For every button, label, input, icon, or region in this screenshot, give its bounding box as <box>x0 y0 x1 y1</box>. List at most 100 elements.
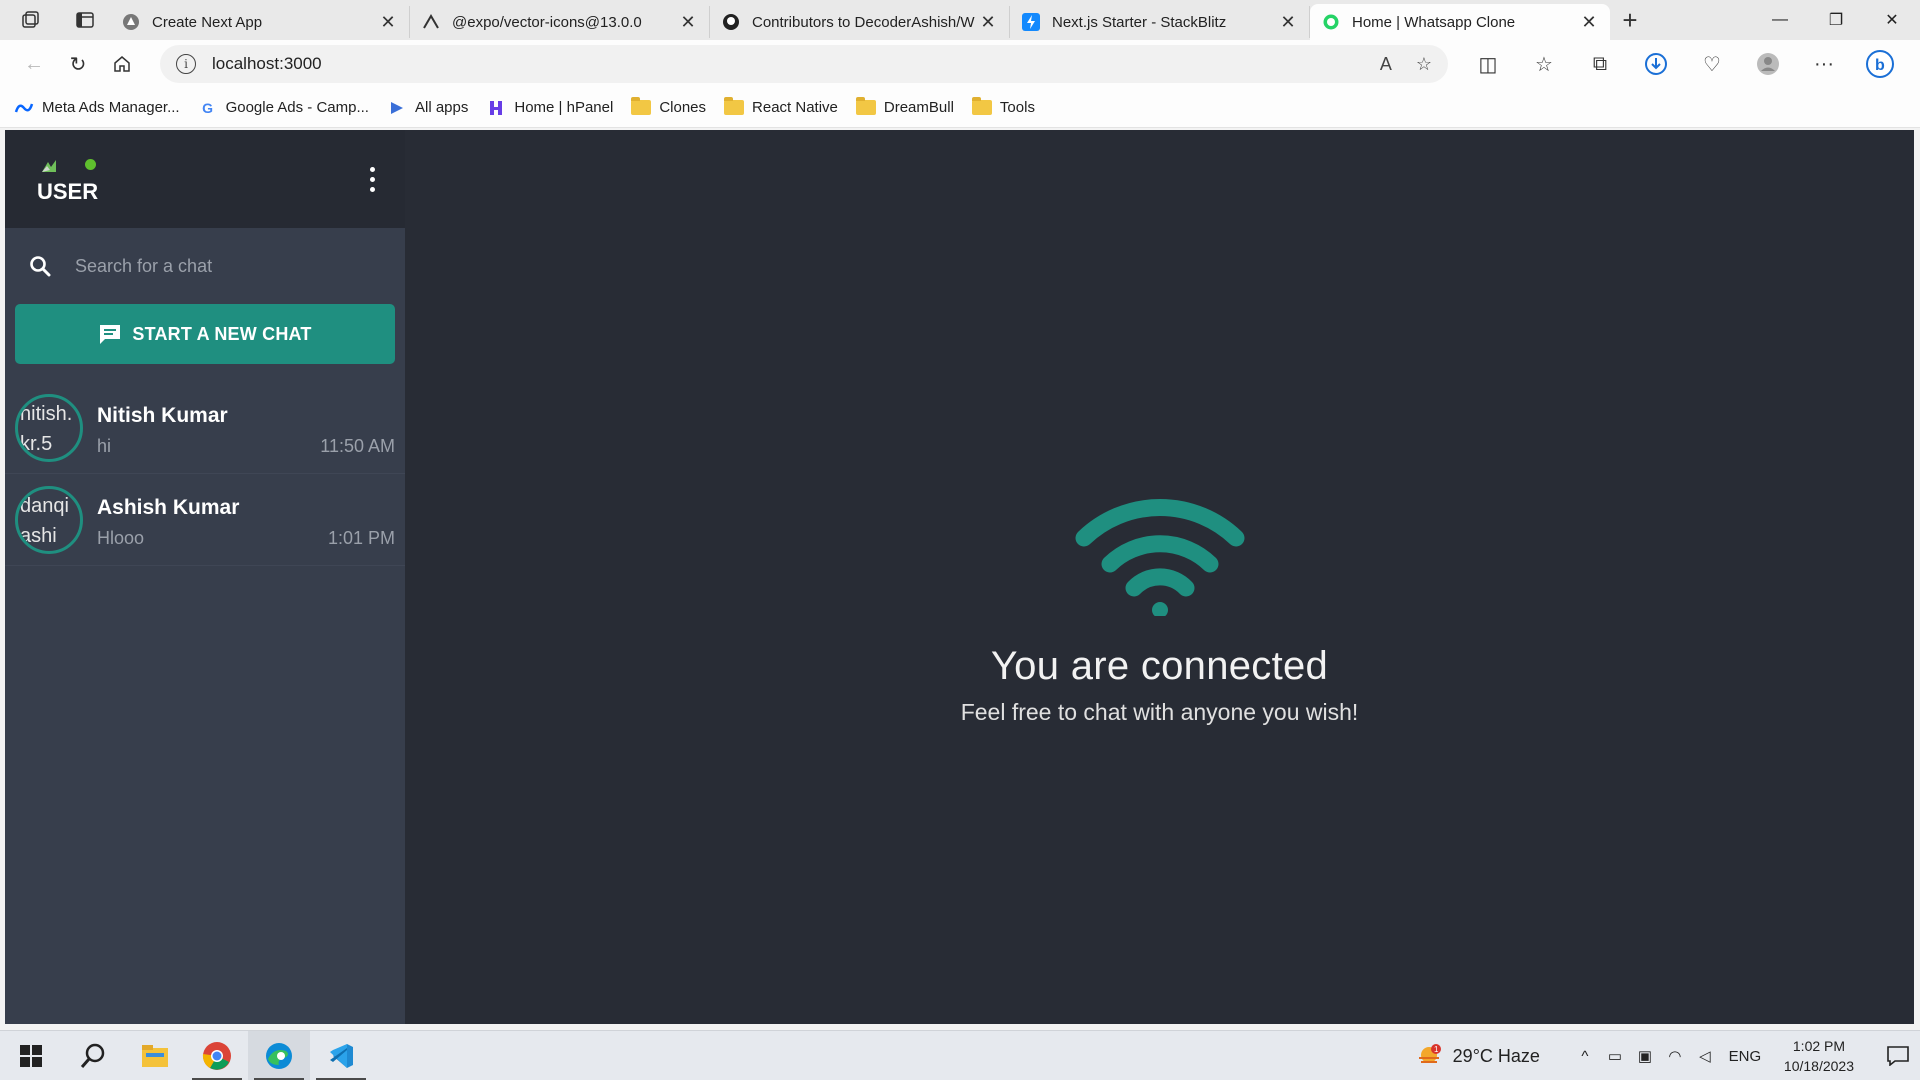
whatsapp-clone-app: USER START A NEW CHAT nitish.kr.5 Nitish… <box>5 130 1914 1024</box>
search-icon[interactable] <box>62 1031 124 1080</box>
connected-subtitle: Feel free to chat with anyone you wish! <box>960 699 1359 725</box>
tab-github-contributors[interactable]: Contributors to DecoderAshish/W ✕ <box>710 6 1010 38</box>
favorite-star-icon[interactable]: ☆ <box>1416 54 1432 75</box>
chat-sidebar: USER START A NEW CHAT nitish.kr.5 Nitish… <box>5 130 405 1024</box>
more-vert-icon[interactable] <box>370 166 375 192</box>
wifi-icon <box>1075 499 1244 616</box>
tab-actions-icon[interactable] <box>60 0 110 40</box>
windows-start-icon[interactable] <box>0 1031 62 1080</box>
bookmark-folder-clones[interactable]: Clones <box>631 97 706 116</box>
tab-expo-vector-icons[interactable]: @expo/vector-icons@13.0.0 ✕ <box>410 6 710 38</box>
more-options-icon[interactable]: ··· <box>1796 44 1852 84</box>
url-field[interactable]: i localhost:3000 A ☆ <box>160 45 1448 83</box>
workspaces-icon[interactable] <box>0 0 60 40</box>
bookmark-hpanel[interactable]: Home | hPanel <box>486 99 613 116</box>
edge-icon[interactable] <box>248 1030 310 1080</box>
weather-haze-icon: 1 <box>1418 1044 1441 1063</box>
avatar: nitish.kr.5 <box>15 393 83 462</box>
apps-icon <box>387 100 407 116</box>
google-icon: G <box>202 99 214 116</box>
tab-title: Create Next App <box>152 13 263 31</box>
site-info-icon[interactable]: i <box>176 54 196 74</box>
chat-timestamp: 11:50 AM <box>320 436 395 456</box>
close-window-icon[interactable]: ✕ <box>1864 0 1920 40</box>
bookmark-folder-tools[interactable]: Tools <box>971 97 1035 116</box>
close-icon[interactable]: ✕ <box>679 12 697 33</box>
chrome-icon[interactable] <box>186 1031 248 1080</box>
tab-title: Next.js Starter - StackBlitz <box>1052 13 1227 31</box>
downloads-icon[interactable] <box>1628 44 1684 84</box>
bookmark-label: Tools <box>999 99 1035 116</box>
restore-icon[interactable]: ❐ <box>1808 0 1864 40</box>
bookmark-folder-dreambull[interactable]: DreamBull <box>855 97 954 116</box>
avatar: danqiashi <box>15 485 83 554</box>
address-bar-row: ← ↻ i localhost:3000 A ☆ ◫ ☆ ⧉ ♡ ··· b <box>0 40 1920 88</box>
next-triangle-icon <box>122 13 140 31</box>
read-aloud-icon[interactable]: A <box>1380 54 1392 75</box>
search-icon <box>30 256 51 277</box>
chat-list-item[interactable]: nitish.kr.5 Nitish Kumar hi 11:50 AM <box>5 382 405 474</box>
user-avatar[interactable]: USER <box>33 149 103 209</box>
bookmark-google-ads[interactable]: G Google Ads - Camp... <box>198 99 369 116</box>
close-icon[interactable]: ✕ <box>379 12 397 33</box>
expo-icon <box>422 13 440 31</box>
close-icon[interactable]: ✕ <box>979 12 997 33</box>
bookmark-label: All apps <box>414 99 469 116</box>
bookmark-folder-react-native[interactable]: React Native <box>724 97 838 116</box>
weather-widget[interactable]: 1 29°C Haze <box>1417 1043 1540 1069</box>
tab-title: Contributors to DecoderAshish/W <box>752 13 975 31</box>
close-icon[interactable]: ✕ <box>1580 12 1598 33</box>
tab-title: Home | Whatsapp Clone <box>1352 13 1516 31</box>
home-icon[interactable] <box>100 44 144 84</box>
folder-icon <box>724 97 745 116</box>
tab-create-next-app[interactable]: Create Next App ✕ <box>110 6 410 38</box>
chat-list-item[interactable]: danqiashi Ashish Kumar Hlooo 1:01 PM <box>5 474 405 566</box>
collections-icon[interactable]: ⧉ <box>1572 44 1628 84</box>
vscode-icon[interactable] <box>310 1031 372 1080</box>
battery-icon[interactable]: ▭ <box>1600 1047 1630 1065</box>
start-new-chat-label: START A NEW CHAT <box>132 323 312 344</box>
chat-contact-name: Nitish Kumar <box>97 404 228 427</box>
whatsapp-icon <box>1322 13 1340 31</box>
bookmark-all-apps[interactable]: All apps <box>387 99 468 116</box>
tab-whatsapp-clone[interactable]: Home | Whatsapp Clone ✕ <box>1310 4 1610 40</box>
connected-title: You are connected <box>990 644 1329 688</box>
volume-icon[interactable]: ◁ <box>1690 1047 1720 1065</box>
github-icon <box>722 13 740 31</box>
minimize-icon[interactable]: — <box>1752 0 1808 40</box>
folder-icon <box>631 97 652 116</box>
chat-last-message: hi <box>97 436 112 456</box>
clock[interactable]: 1:02 PM 10/18/2023 <box>1784 1036 1854 1076</box>
favorites-icon[interactable]: ☆ <box>1516 44 1572 84</box>
search-input[interactable] <box>75 255 375 277</box>
bookmark-meta-ads[interactable]: Meta Ads Manager... <box>14 99 180 116</box>
copilot-icon[interactable]: b <box>1852 44 1908 84</box>
file-explorer-icon[interactable] <box>124 1031 186 1080</box>
profile-avatar[interactable] <box>1740 44 1796 84</box>
chevron-up-icon[interactable]: ^ <box>1570 1048 1600 1065</box>
bookmarks-bar: Meta Ads Manager... G Google Ads - Camp.… <box>0 88 1920 128</box>
wifi-tray-icon[interactable]: ◠ <box>1660 1047 1690 1065</box>
windows-taskbar: 1 29°C Haze ^ ▭ ▣ ◠ ◁ ENG 1:02 PM 10/18/… <box>0 1030 1920 1080</box>
bookmark-label: Meta Ads Manager... <box>42 99 180 116</box>
stackblitz-icon <box>1022 13 1040 31</box>
close-icon[interactable]: ✕ <box>1279 12 1297 33</box>
notifications-icon[interactable] <box>1876 1046 1920 1066</box>
split-screen-icon[interactable]: ◫ <box>1460 44 1516 84</box>
refresh-icon[interactable]: ↻ <box>56 44 100 84</box>
folder-icon <box>971 97 992 116</box>
language-indicator[interactable]: ENG <box>1720 1048 1770 1065</box>
online-status-dot <box>85 159 96 170</box>
bookmark-label: Home | hPanel <box>514 99 614 116</box>
main-panel: You are connected Feel free to chat with… <box>405 130 1914 1024</box>
tab-stackblitz[interactable]: Next.js Starter - StackBlitz ✕ <box>1010 6 1310 38</box>
start-new-chat-button[interactable]: START A NEW CHAT <box>15 304 395 364</box>
browser-tab-bar: Create Next App ✕ @expo/vector-icons@13.… <box>0 0 1920 40</box>
performance-icon[interactable]: ♡ <box>1684 44 1740 84</box>
new-tab-icon[interactable]: + <box>1610 5 1650 36</box>
clock-date: 10/18/2023 <box>1783 1058 1854 1074</box>
folder-icon <box>855 97 876 116</box>
meet-now-icon[interactable]: ▣ <box>1630 1047 1660 1065</box>
bookmark-label: Google Ads - Camp... <box>225 99 369 116</box>
back-icon[interactable]: ← <box>12 44 56 84</box>
